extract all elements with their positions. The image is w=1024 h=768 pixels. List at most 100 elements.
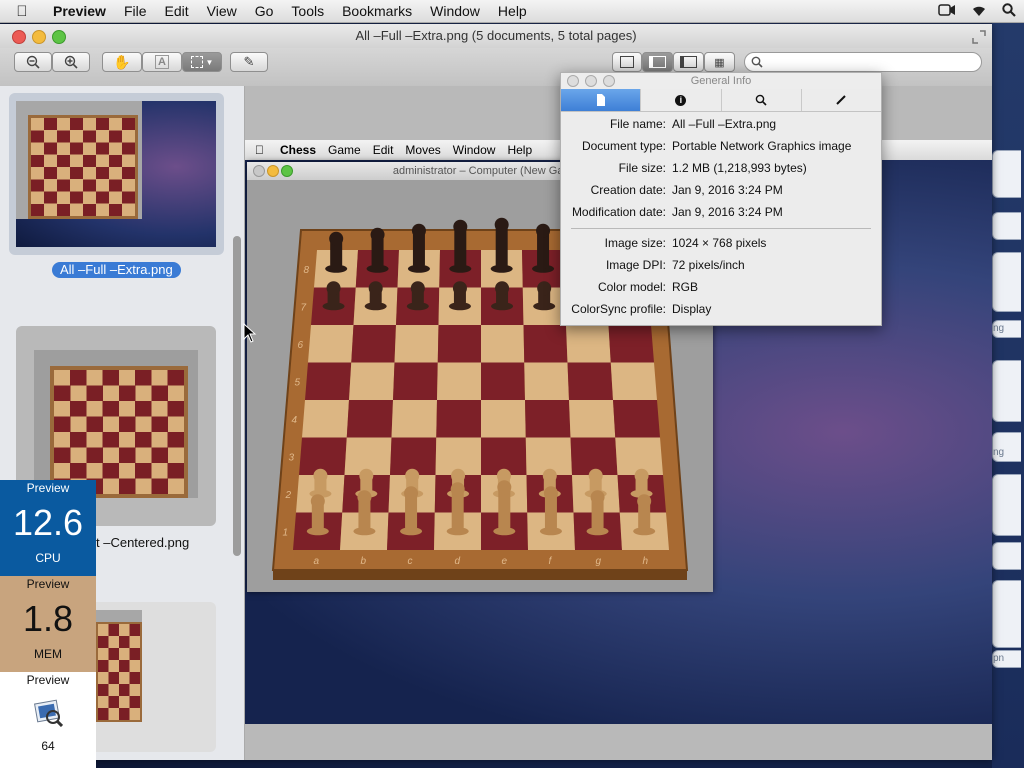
info-close-button[interactable] — [567, 75, 579, 87]
search-icon — [755, 94, 767, 106]
info-value: Portable Network Graphics image — [672, 139, 852, 153]
rank-label: 3 — [289, 452, 295, 463]
cpu-value: 12.6 — [12, 502, 84, 543]
board-square — [481, 325, 525, 363]
info-row-colorsync-profile: ColorSync profile: Display — [561, 302, 881, 320]
move-tool-button[interactable]: ✋ — [102, 52, 142, 72]
rank-label: 1 — [283, 527, 289, 538]
info-key: Modification date: — [571, 205, 666, 219]
view-thumbnails-button[interactable] — [642, 52, 673, 72]
sidebar-item-label[interactable]: All –Full –Extra.png — [52, 262, 181, 278]
view-toc-button[interactable] — [673, 52, 704, 72]
board-square — [393, 362, 438, 400]
stack-window-tab[interactable] — [992, 542, 1021, 570]
sidebar-item-selected[interactable] — [9, 93, 224, 255]
board-square — [481, 362, 525, 400]
minimize-button[interactable] — [32, 30, 46, 44]
document-icon — [596, 94, 605, 106]
menu-window[interactable]: Window — [421, 3, 489, 19]
chess-minimize-button — [267, 165, 279, 177]
board-square — [567, 362, 613, 400]
stack-window-tab[interactable] — [992, 360, 1021, 422]
info-minimize-button[interactable] — [585, 75, 597, 87]
info-row-image-dpi: Image DPI: 72 pixels/inch — [561, 258, 881, 276]
stack-window-label[interactable]: pn — [992, 650, 1021, 668]
info-value: RGB — [672, 280, 699, 294]
stack-window-tab[interactable] — [992, 212, 1021, 240]
contact-sheet-icon: ▦ — [714, 56, 725, 69]
text-tool-button[interactable]: A — [142, 52, 182, 72]
text-select-icon: A — [155, 55, 169, 69]
rank-label: 5 — [295, 377, 301, 388]
annotate-button[interactable]: ✎ — [230, 52, 268, 72]
info-row-creation-date: Creation date: Jan 9, 2016 3:24 PM — [561, 183, 881, 201]
menu-tools[interactable]: Tools — [282, 3, 333, 19]
file-label: b — [361, 556, 367, 567]
memory-monitor[interactable]: Preview 1.8 MEM — [0, 576, 96, 672]
menu-app-preview[interactable]: Preview — [44, 3, 115, 19]
apple-menu-icon[interactable]:  — [0, 3, 44, 20]
file-label: e — [502, 556, 508, 567]
chess-zoom-button — [281, 165, 293, 177]
spotlight-search-icon[interactable] — [1002, 2, 1016, 20]
tab-more-info[interactable]: i — [640, 89, 720, 111]
zoom-out-button[interactable] — [14, 52, 52, 72]
monitor-app-label: Preview — [26, 673, 70, 687]
menu-help[interactable]: Help — [489, 3, 536, 19]
info-key: ColorSync profile: — [571, 302, 666, 316]
cpu-monitor[interactable]: Preview 12.6 CPU — [0, 480, 96, 576]
stack-window-tab[interactable] — [992, 474, 1021, 536]
stack-window-tab[interactable] — [992, 252, 1021, 312]
info-zoom-button[interactable] — [603, 75, 615, 87]
chevron-down-icon: ▼ — [205, 57, 214, 67]
hand-icon: ✋ — [113, 53, 131, 70]
rank-label: 7 — [301, 302, 307, 313]
selection-tool-button[interactable]: ▼ — [182, 52, 222, 72]
search-input[interactable] — [744, 52, 982, 72]
info-key: Image DPI: — [605, 258, 666, 272]
wifi-icon[interactable] — [970, 3, 988, 20]
info-row-file-name: File name: All –Full –Extra.png — [561, 117, 881, 135]
stack-window-label[interactable]: ng — [992, 320, 1021, 338]
thumbnail-image — [16, 101, 216, 247]
board-square — [608, 325, 654, 363]
info-key: Document type: — [581, 139, 666, 153]
rank-label: 2 — [285, 490, 292, 501]
app-monitor[interactable]: Preview 64 — [0, 672, 96, 768]
tab-annotations[interactable] — [800, 89, 881, 111]
board-square — [391, 400, 437, 438]
sidebar-item-label[interactable]: t –Centered.png — [96, 535, 189, 550]
tab-keywords[interactable] — [720, 89, 801, 111]
info-value: Display — [672, 302, 712, 316]
stack-window-label[interactable]: ng — [992, 432, 1021, 462]
menu-go[interactable]: Go — [246, 3, 283, 19]
info-row-color-model: Color model: RGB — [561, 280, 881, 298]
menu-edit[interactable]: Edit — [156, 3, 198, 19]
preview-app-icon — [33, 697, 64, 728]
tab-general-info[interactable] — [561, 89, 641, 111]
info-value: 1.2 MB (1,218,993 bytes) — [672, 161, 807, 175]
zoom-in-button[interactable] — [52, 52, 90, 72]
facetime-camera-icon[interactable] — [938, 3, 956, 19]
doc-menu-item: Help — [498, 143, 532, 157]
menu-view[interactable]: View — [198, 3, 246, 19]
stack-window-tab[interactable] — [992, 150, 1021, 198]
board-square — [308, 325, 354, 363]
view-content-only-button[interactable] — [612, 52, 642, 72]
info-panel-titlebar[interactable]: General Info — [561, 73, 881, 89]
close-button[interactable] — [12, 30, 26, 44]
board-square — [346, 400, 393, 438]
stack-window-tab[interactable] — [992, 580, 1021, 648]
file-label: d — [455, 556, 461, 567]
view-contact-sheet-button[interactable]: ▦ — [704, 52, 735, 72]
info-key: File size: — [618, 161, 666, 175]
sidebar-scrollbar[interactable] — [233, 236, 241, 556]
info-tabs: i — [561, 89, 881, 112]
zoom-button[interactable] — [52, 30, 66, 44]
menu-bookmarks[interactable]: Bookmarks — [333, 3, 421, 19]
info-value: All –Full –Extra.png — [672, 117, 777, 131]
menu-file[interactable]: File — [115, 3, 156, 19]
board-square — [613, 400, 660, 438]
rank-label: 4 — [292, 415, 298, 426]
window-titlebar[interactable]: All –Full –Extra.png (5 documents, 5 tot… — [0, 24, 992, 48]
